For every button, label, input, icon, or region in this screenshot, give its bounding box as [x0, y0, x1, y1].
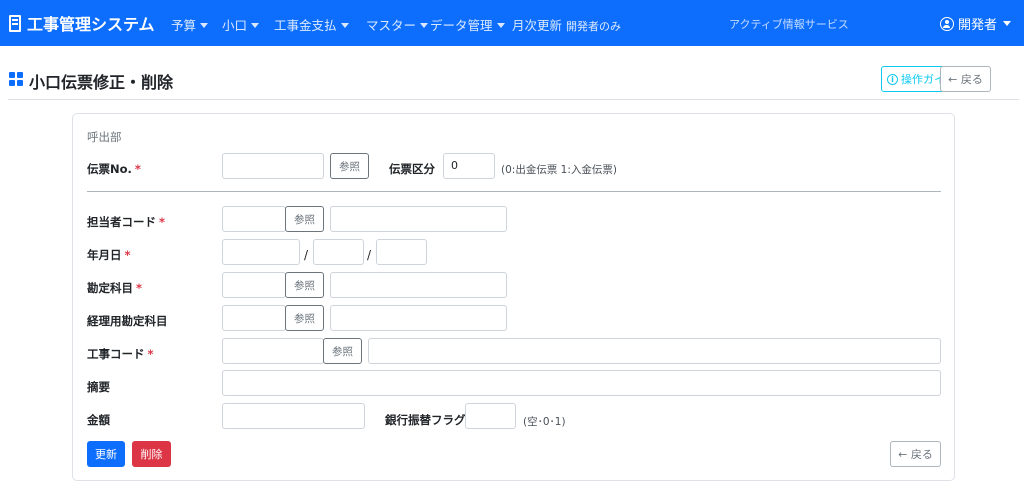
nav-data-management-menu[interactable]: データ管理	[430, 15, 505, 34]
bank-transfer-flag-label: 銀行振替フラグ	[385, 413, 466, 427]
nav-construction-payment-menu[interactable]: 工事金支払	[274, 15, 349, 34]
caret-down-icon	[200, 23, 209, 28]
summary-label: 摘要	[87, 380, 110, 394]
nav-construction-payment-label: 工事金支払	[274, 18, 337, 33]
user-circle-icon	[940, 16, 954, 31]
nav-monthly-update-label: 月次更新	[512, 18, 563, 33]
account-code-input[interactable]	[222, 272, 286, 298]
year-input[interactable]	[222, 239, 300, 265]
day-input[interactable]	[376, 239, 427, 265]
voucher-no-label: 伝票No. *	[87, 162, 141, 176]
date-separator: /	[367, 248, 372, 262]
back-button-top[interactable]: ← 戻る	[940, 66, 991, 92]
project-code-input[interactable]	[222, 338, 324, 364]
back-button-bottom[interactable]: ← 戻る	[890, 441, 941, 467]
staff-code-label: 担当者コード *	[87, 215, 166, 229]
mgmt-account-reference-button[interactable]: 参照	[285, 305, 324, 331]
user-menu[interactable]: 開発者	[940, 14, 1012, 33]
top-navbar: 工事管理システム 予算 小口 工事金支払 マスター データ管理 月次更新 開発者の…	[0, 0, 1024, 46]
nav-developer-only-note: 開発者のみ	[566, 20, 622, 33]
brand[interactable]: 工事管理システム	[9, 11, 155, 35]
info-icon: i	[887, 73, 898, 85]
mgmt-account-code-input[interactable]	[222, 305, 286, 331]
project-code-label: 工事コード *	[87, 347, 154, 361]
company-name: アクティブ情報サービス	[729, 18, 849, 31]
page-title: 小口伝票修正・削除	[29, 73, 174, 92]
nav-budget-menu[interactable]: 予算	[171, 15, 209, 34]
nav-master-menu[interactable]: マスター	[366, 15, 429, 34]
nav-budget-label: 予算	[171, 18, 197, 33]
mgmt-account-name-display	[330, 305, 507, 331]
building-icon	[9, 14, 21, 32]
account-name-display	[330, 272, 507, 298]
nav-monthly-update[interactable]: 月次更新 開発者のみ	[512, 15, 621, 34]
voucher-type-label: 伝票区分	[389, 162, 435, 176]
update-button[interactable]: 更新	[87, 441, 125, 467]
summary-input[interactable]	[222, 370, 941, 396]
caret-down-icon	[420, 23, 429, 28]
bank-transfer-flag-hint: (空･0･1)	[523, 416, 566, 428]
caret-down-icon	[496, 23, 505, 28]
account-reference-button[interactable]: 参照	[285, 272, 324, 298]
nav-data-management-label: データ管理	[430, 18, 493, 33]
amount-label: 金額	[87, 413, 110, 427]
account-label: 勘定科目 *	[87, 281, 143, 295]
voucher-type-hint: (0:出金伝票 1:入金伝票)	[501, 164, 617, 176]
delete-button[interactable]: 削除	[132, 441, 171, 467]
nav-master-label: マスター	[366, 18, 417, 33]
staff-name-display	[330, 206, 507, 232]
user-name: 開発者	[958, 18, 998, 33]
nav-petty-cash-label: 小口	[222, 18, 248, 33]
voucher-no-input[interactable]	[222, 153, 324, 179]
nav-petty-cash-menu[interactable]: 小口	[222, 15, 260, 34]
grid-icon	[9, 72, 24, 87]
month-input[interactable]	[313, 239, 364, 265]
staff-code-reference-button[interactable]: 参照	[285, 206, 324, 232]
caret-down-icon	[340, 23, 349, 28]
project-code-reference-button[interactable]: 参照	[323, 338, 362, 364]
voucher-form-card: 呼出部 伝票No. * 参照 伝票区分 0 (0:出金伝票 1:入金伝票) 担当者…	[72, 113, 955, 481]
project-name-display	[368, 338, 941, 364]
staff-code-input[interactable]	[222, 206, 286, 232]
caret-down-icon	[1003, 21, 1012, 26]
voucher-type-input[interactable]: 0	[443, 153, 495, 179]
voucher-no-reference-button[interactable]: 参照	[330, 153, 369, 179]
section-label: 呼出部	[87, 130, 122, 144]
amount-input[interactable]	[222, 403, 365, 429]
bank-transfer-flag-input[interactable]	[465, 403, 516, 429]
caret-down-icon	[251, 23, 260, 28]
date-label: 年月日 *	[87, 248, 131, 262]
divider	[87, 191, 941, 192]
date-separator: /	[304, 248, 309, 262]
page-header: 小口伝票修正・削除 i 操作ガイド ← 戻る	[8, 66, 1019, 100]
brand-title: 工事管理システム	[27, 15, 155, 34]
mgmt-account-label: 経理用勘定科目	[87, 314, 168, 328]
